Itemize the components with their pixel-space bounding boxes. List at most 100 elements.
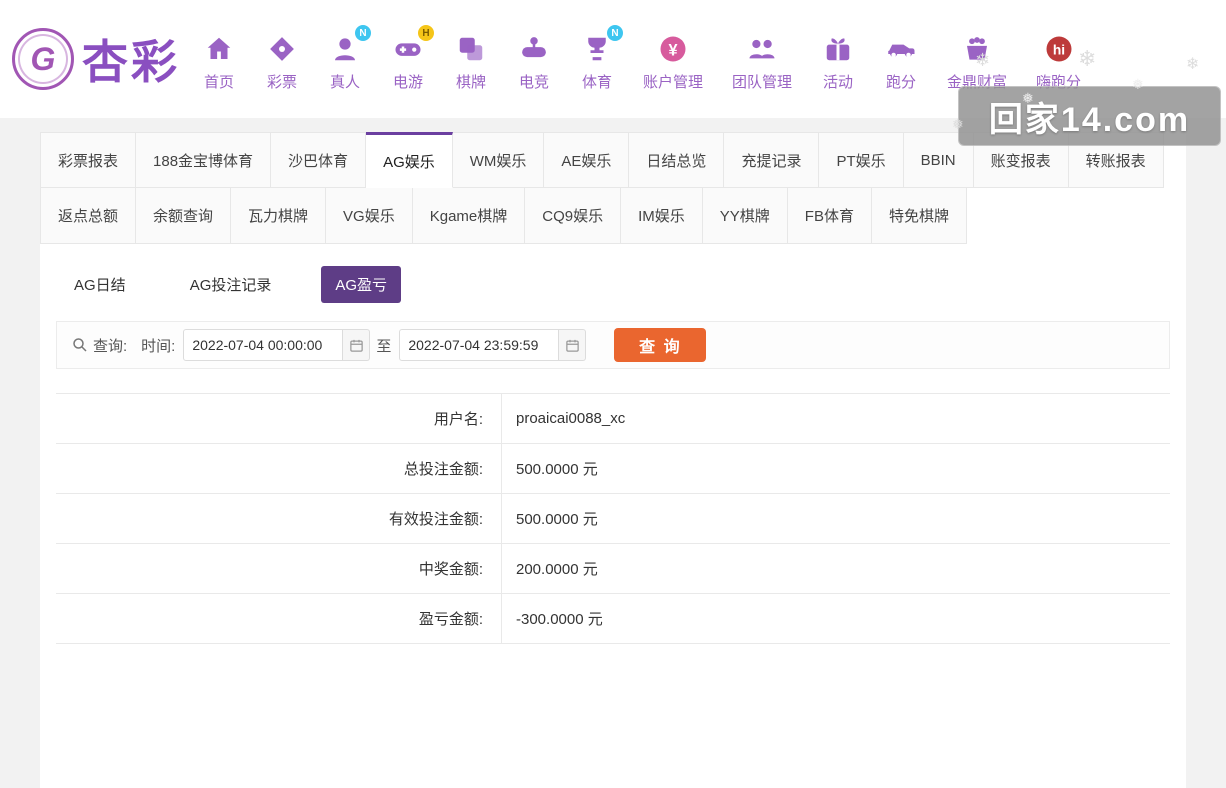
search-icon [71, 336, 89, 354]
calendar-icon[interactable] [559, 329, 587, 361]
report-tab[interactable]: 日结总览 [629, 132, 725, 188]
row-label: 总投注金额: [56, 444, 502, 493]
nav-item-treasure[interactable]: 金鼎财富 [947, 32, 1007, 92]
report-tab[interactable]: Kgame棋牌 [412, 188, 526, 244]
account-icon: ¥ [656, 32, 690, 66]
row-value: 500.0000 元 [516, 461, 598, 478]
nav-item-label: 真人 [329, 74, 360, 91]
esport-icon [517, 32, 551, 66]
row-value: proaicai0088_xc [516, 410, 626, 427]
treasure-icon [960, 32, 994, 66]
search-panel: 查询: 时间: 至 查 询 [56, 321, 1170, 369]
nav-item-label: 跑分 [886, 74, 917, 91]
nav-item-live[interactable]: N 真人 [328, 25, 371, 92]
report-tab[interactable]: 瓦力棋牌 [231, 188, 327, 244]
report-tab[interactable]: CQ9娱乐 [525, 188, 622, 244]
activity-icon [821, 32, 855, 66]
home-icon [202, 32, 236, 66]
row-value: 200.0000 元 [516, 561, 598, 578]
nav-item-account[interactable]: ¥ 账户管理 [643, 32, 703, 92]
nav-item-lottery[interactable]: 彩票 [265, 32, 299, 92]
team-icon [745, 32, 779, 66]
live-icon: N [328, 25, 371, 66]
nav-item-team[interactable]: 团队管理 [732, 32, 792, 92]
start-time-input[interactable] [183, 329, 344, 361]
subtab-bar: AG日结 AG投注记录 AG盈亏 [56, 262, 1170, 303]
brand-logo[interactable]: G 杏彩 [12, 26, 180, 92]
query-button[interactable]: 查 询 [614, 328, 707, 362]
table-row: 总投注金额: 500.0000 元 [56, 444, 1170, 494]
nav-item-label: 彩票 [266, 74, 297, 91]
nav-item-activity[interactable]: 活动 [821, 32, 855, 92]
nav-item-label: 体育 [581, 74, 612, 91]
row-label: 有效投注金额: [56, 494, 502, 543]
nav-item-home[interactable]: 首页 [202, 32, 236, 92]
report-tab[interactable]: PT娱乐 [819, 132, 904, 188]
main-nav: 首页 彩票 N 真人 H 电游 棋牌 电竞 N 体育 ¥ 账户管理 团队管理 活动 跑分 金鼎财富 hi 嗨跑分 [202, 25, 1081, 92]
brand-name: 杏彩 [82, 36, 180, 88]
nav-item-label: 首页 [203, 74, 234, 91]
svg-text:hi: hi [1052, 43, 1064, 58]
sports-icon: N [580, 25, 623, 66]
report-tab[interactable]: 余额查询 [136, 188, 232, 244]
nav-item-egame[interactable]: H 电游 [391, 25, 434, 92]
report-tab[interactable]: 188金宝博体育 [136, 132, 272, 188]
watermark-badge: 回家14.com [958, 86, 1221, 146]
report-tab[interactable]: 特免棋牌 [871, 188, 967, 244]
nav-item-label: 团队管理 [732, 74, 793, 91]
table-row: 有效投注金额: 500.0000 元 [56, 494, 1170, 544]
nav-item-label: 电游 [392, 74, 423, 91]
nav-item-label: 棋牌 [455, 74, 486, 91]
paofen-icon [884, 32, 918, 66]
search-label: 查询: [93, 337, 128, 355]
calendar-icon[interactable] [343, 329, 371, 361]
report-tab[interactable]: 返点总额 [40, 188, 137, 244]
nav-item-chess[interactable]: 棋牌 [454, 32, 488, 92]
watermark-text: 回家14.com [988, 100, 1191, 139]
svg-text:¥: ¥ [668, 41, 677, 59]
time-label: 时间: [141, 337, 176, 355]
content-area: AG日结 AG投注记录 AG盈亏 查询: 时间: 至 查 询 用户名: proaica… [40, 244, 1186, 644]
report-tab[interactable]: VG娱乐 [326, 188, 413, 244]
logo-letter: G [30, 40, 56, 77]
report-tab[interactable]: YY棋牌 [702, 188, 788, 244]
subtab[interactable]: AG盈亏 [321, 266, 402, 303]
to-label: 至 [376, 337, 392, 355]
hi-icon: hi [1042, 32, 1076, 66]
table-row: 盈亏金额: -300.0000 元 [56, 594, 1170, 644]
table-row: 中奖金额: 200.0000 元 [56, 544, 1170, 594]
nav-item-esport[interactable]: 电竞 [517, 32, 551, 92]
report-tab[interactable]: 彩票报表 [40, 132, 137, 188]
table-row: 用户名: proaicai0088_xc [56, 394, 1170, 444]
nav-badge: H [418, 25, 434, 41]
row-value: -300.0000 元 [516, 611, 603, 628]
end-time-input[interactable] [399, 329, 560, 361]
main-panel: 彩票报表 188金宝博体育 沙巴体育 AG娱乐 WM娱乐 AE娱乐 日结总览 充提记录 PT娱乐… [40, 132, 1186, 788]
report-tab[interactable]: FB体育 [787, 188, 872, 244]
nav-item-label: 活动 [823, 74, 854, 91]
report-tab[interactable]: AE娱乐 [544, 132, 630, 188]
lottery-icon [265, 32, 299, 66]
chess-icon [454, 32, 488, 66]
report-tab[interactable]: 充提记录 [724, 132, 820, 188]
egame-icon: H [391, 25, 434, 66]
report-tab[interactable]: 沙巴体育 [271, 132, 367, 188]
nav-item-sports[interactable]: N 体育 [580, 25, 623, 92]
nav-item-hi[interactable]: hi 嗨跑分 [1036, 32, 1081, 92]
row-value: 500.0000 元 [516, 511, 598, 528]
row-label: 中奖金额: [56, 544, 502, 593]
nav-item-paofen[interactable]: 跑分 [884, 32, 918, 92]
row-label: 盈亏金额: [56, 594, 502, 643]
subtab[interactable]: AG日结 [60, 266, 140, 303]
report-tab[interactable]: IM娱乐 [621, 188, 703, 244]
tab-row-2: 返点总额 余额查询 瓦力棋牌 VG娱乐 Kgame棋牌 CQ9娱乐 IM娱乐 YY棋牌 FB体育… [40, 188, 1186, 244]
report-tab[interactable]: AG娱乐 [366, 132, 453, 188]
subtab[interactable]: AG投注记录 [176, 266, 286, 303]
report-tab[interactable]: WM娱乐 [452, 132, 545, 188]
nav-item-label: 账户管理 [643, 74, 704, 91]
nav-badge: N [355, 25, 371, 41]
row-label: 用户名: [56, 394, 502, 443]
nav-item-label: 电竞 [518, 74, 549, 91]
report-table: 用户名: proaicai0088_xc 总投注金额: 500.0000 元有效投注金… [56, 393, 1170, 644]
nav-badge: N [607, 25, 623, 41]
